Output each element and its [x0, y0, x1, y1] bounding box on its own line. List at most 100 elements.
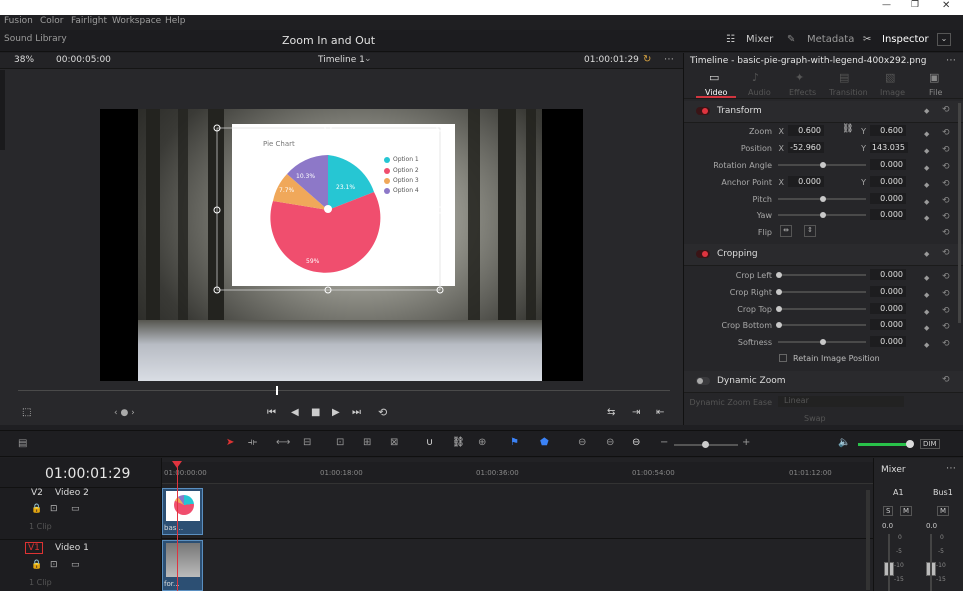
dz-ease-select[interactable]: Linear	[778, 396, 904, 407]
mixer-button[interactable]: Mixer	[746, 34, 773, 45]
inspector-scrollbar[interactable]	[958, 103, 961, 323]
inspector-icon[interactable]: ✂	[863, 34, 871, 45]
yaw-field[interactable]: 0.000	[870, 209, 906, 220]
flip-vertical-button[interactable]: ⇕	[804, 225, 816, 237]
inspector-button[interactable]: Inspector	[882, 34, 929, 45]
nudge-control[interactable]: ‹ ● ›	[114, 408, 135, 418]
zoom-x-field[interactable]: 0.600	[788, 125, 824, 136]
zoom-out-icon[interactable]: −	[660, 437, 668, 448]
tab-image[interactable]: Image	[880, 88, 905, 97]
zoom-level[interactable]: 38%	[14, 55, 34, 65]
menu-fusion[interactable]: Fusion	[4, 16, 33, 26]
sound-library-button[interactable]: Sound Library	[4, 34, 67, 44]
softness-field[interactable]: 0.000	[870, 336, 906, 347]
mute-button[interactable]: M	[900, 506, 913, 516]
zoom-y-field[interactable]: 0.600	[870, 125, 906, 136]
snapping-icon[interactable]: ∪	[426, 437, 433, 448]
retain-checkbox[interactable]	[779, 354, 787, 362]
cropping-section-header[interactable]: Cropping ◆ ⟲	[684, 244, 963, 266]
selection-tool-icon[interactable]: ➤	[226, 437, 234, 448]
crop-bottom-field[interactable]: 0.000	[870, 319, 906, 330]
crop-left-slider[interactable]	[778, 274, 866, 276]
position-x-field[interactable]: -52.960	[788, 142, 824, 153]
track-v1[interactable]: V1 Video 1 🔒 ⊡ ▭ 1 Clip	[0, 539, 162, 591]
more-options-icon[interactable]: ⋯	[946, 55, 956, 66]
reset-icon[interactable]: ⟲	[942, 105, 950, 115]
go-to-end-icon[interactable]: ⏭	[352, 407, 361, 418]
play-icon[interactable]: ▶	[332, 407, 340, 418]
track-name[interactable]: Video 2	[55, 488, 89, 498]
layout-icon[interactable]: ▤	[18, 438, 27, 449]
timeline-ruler[interactable]: 01:00:00:00 01:00:18:00 01:00:36:00 01:0…	[162, 462, 873, 484]
rotation-field[interactable]: 0.000	[870, 159, 906, 170]
track-name[interactable]: Video 1	[55, 543, 89, 553]
playhead-marker[interactable]	[276, 386, 278, 395]
viewer-scrubber[interactable]	[18, 390, 670, 391]
minimize-button[interactable]: —	[882, 0, 891, 10]
next-edit-icon[interactable]: ⇥	[632, 407, 640, 418]
tab-effects[interactable]: Effects	[789, 88, 816, 97]
loop-playback-icon[interactable]: ⟲	[378, 406, 387, 419]
zoom-in-icon[interactable]: +	[742, 437, 750, 448]
swap-button[interactable]: Swap	[804, 414, 826, 423]
crop-top-slider[interactable]	[778, 308, 866, 310]
prev-edit-icon[interactable]: ⇤	[656, 407, 664, 418]
dynamic-zoom-section-header[interactable]: Dynamic Zoom ⟲	[684, 371, 963, 393]
crop-icon[interactable]: ⬚	[22, 407, 31, 418]
cropping-toggle[interactable]	[696, 250, 710, 258]
crop-left-field[interactable]: 0.000	[870, 269, 906, 280]
loop-icon[interactable]: ↻	[643, 54, 651, 65]
speaker-icon[interactable]: 🔈	[838, 437, 850, 448]
link-clips-icon[interactable]: ⛓	[452, 437, 465, 448]
auto-select-icon[interactable]: ⊡	[50, 504, 58, 514]
dim-button[interactable]: DIM	[920, 439, 940, 449]
crop-right-slider[interactable]	[778, 291, 866, 293]
zoom-detail-icon[interactable]: ⊖	[606, 437, 614, 448]
insert-clip-icon[interactable]: ⊡	[336, 437, 344, 448]
anchor-x-field[interactable]: 0.000	[788, 176, 824, 187]
maximize-button[interactable]: ❐	[911, 0, 919, 10]
reset-icon[interactable]: ⟲	[942, 248, 950, 258]
track-v2[interactable]: V2 Video 2 🔒 ⊡ ▭ 1 Clip	[0, 487, 162, 539]
menu-fairlight[interactable]: Fairlight	[71, 16, 107, 26]
blade-tool-icon[interactable]: ⊟	[303, 437, 311, 448]
timeline-playhead[interactable]	[177, 462, 178, 591]
link-icon[interactable]: ⛓	[842, 124, 853, 134]
tab-audio[interactable]: Audio	[748, 88, 771, 97]
menu-help[interactable]: Help	[165, 16, 186, 26]
menu-color[interactable]: Color	[40, 16, 64, 26]
metadata-button[interactable]: Metadata	[807, 34, 854, 45]
match-frame-icon[interactable]: ⇆	[607, 407, 615, 418]
anchor-y-field[interactable]: 0.000	[870, 176, 906, 187]
position-y-field[interactable]: 143.035	[870, 142, 908, 153]
timeline-selector[interactable]: Timeline 1	[318, 55, 365, 65]
tab-transition[interactable]: Transition	[829, 88, 868, 97]
close-button[interactable]: ✕	[942, 0, 950, 11]
volume-slider[interactable]	[858, 443, 910, 446]
flip-horizontal-button[interactable]: ⇹	[780, 225, 792, 237]
zoom-custom-icon[interactable]: ⊖	[632, 437, 640, 448]
clip-forest[interactable]: for...	[162, 540, 203, 591]
crop-right-field[interactable]: 0.000	[870, 286, 906, 297]
lock-icon[interactable]: ⊕	[478, 437, 486, 448]
transform-section-header[interactable]: Transform ◆ ⟲	[684, 101, 963, 123]
trim-tool-icon[interactable]: ⟛	[248, 437, 257, 448]
menu-workspace[interactable]: Workspace	[112, 16, 161, 26]
transform-toggle[interactable]	[696, 107, 710, 115]
mixer-icon[interactable]: ☷	[726, 34, 735, 45]
chevron-down-icon[interactable]: ⌄	[364, 54, 372, 64]
dynamic-trim-icon[interactable]: ⟷	[276, 437, 290, 448]
go-to-start-icon[interactable]: ⏮	[267, 407, 276, 418]
disable-track-icon[interactable]: ▭	[71, 560, 80, 570]
crop-bottom-slider[interactable]	[778, 324, 866, 326]
bus-mute-button[interactable]: M	[937, 506, 950, 516]
metadata-icon[interactable]: ✎	[787, 34, 795, 45]
replace-clip-icon[interactable]: ⊠	[390, 437, 398, 448]
tab-file[interactable]: File	[929, 88, 942, 97]
chevron-down-icon[interactable]: ⌄	[937, 33, 951, 46]
more-options-icon[interactable]: ⋯	[664, 54, 674, 65]
reset-icon[interactable]: ⟲	[942, 375, 950, 385]
dynamic-zoom-toggle[interactable]	[696, 377, 710, 385]
marker-icon[interactable]: ⬟	[540, 437, 549, 448]
play-reverse-icon[interactable]: ◀	[291, 407, 299, 418]
